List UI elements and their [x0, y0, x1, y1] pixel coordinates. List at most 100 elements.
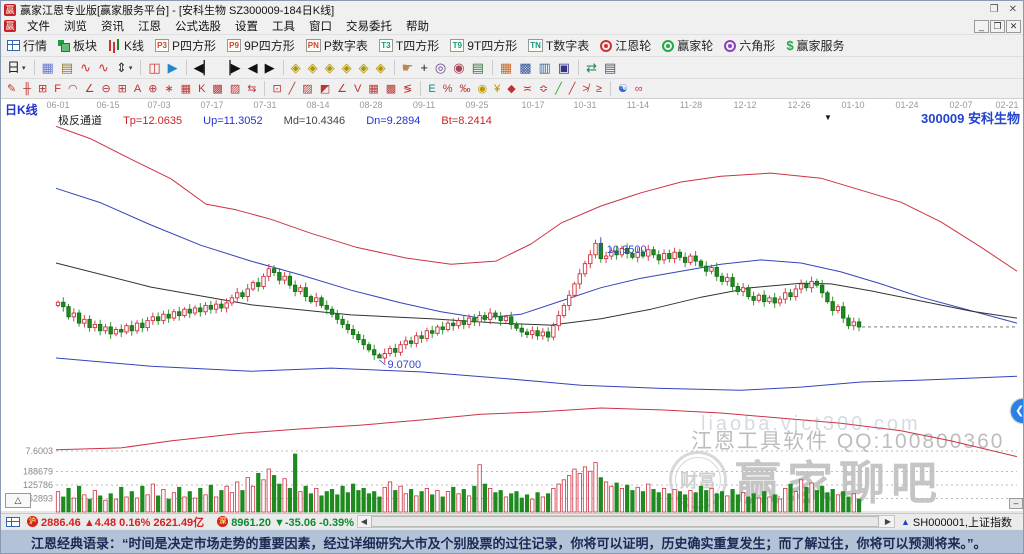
tool-gold-circle-icon[interactable]: ◉ [477, 80, 487, 98]
t-number-table-button[interactable]: TN T数字表 [528, 37, 589, 54]
winner-wheel-button[interactable]: 赢家轮 [662, 37, 713, 54]
draw-gann-grid-icon[interactable]: ⊞ [38, 80, 47, 98]
p-number-table-button[interactable]: PN P数字表 [305, 37, 368, 54]
gann-diamond-2-icon[interactable]: ◈ [308, 59, 318, 77]
calculator-icon[interactable]: ▩ [519, 59, 531, 77]
kline-button[interactable]: K线 [108, 37, 144, 54]
draw-compress-icon[interactable]: ⇆ [247, 80, 256, 98]
line-chart-icon[interactable]: ∿ [80, 59, 91, 77]
menu-窗口[interactable]: 窗口 [302, 18, 339, 34]
t-square-button[interactable]: T3 T四方形 [378, 37, 439, 54]
close-button[interactable]: ✕ [1009, 4, 1017, 15]
gann-diamond-5-icon[interactable]: ◈ [359, 59, 369, 77]
draw-rays-icon[interactable]: ╱ [289, 80, 296, 98]
tool-gold-icon[interactable]: ¥ [494, 80, 500, 98]
draw-grid-n2-icon[interactable]: ⊞ [118, 80, 127, 98]
tool-trend-icon[interactable]: ≯ [582, 80, 588, 98]
magnifier-icon[interactable]: ◉ [453, 59, 464, 77]
pan-hand-icon[interactable]: ☛ [402, 59, 414, 77]
draw-angle-pen-icon[interactable]: ∠ [85, 80, 95, 98]
horizontal-scrollbar[interactable]: ◀ ▶ [357, 515, 895, 528]
gann-diamond-1-icon[interactable]: ◈ [291, 59, 301, 77]
kline-chart[interactable]: 7.6003 188679 125786 62893 10.9500 9.0700 [1, 99, 1024, 513]
sectors-button[interactable]: 板块 [58, 37, 97, 54]
draw-gann-box-icon[interactable]: ⊡ [272, 80, 281, 98]
mdi-restore-button[interactable]: ❐ [990, 19, 1005, 33]
period-daily-dropdown-arrow[interactable]: ▾ [22, 64, 26, 72]
menu-资讯[interactable]: 资讯 [94, 18, 131, 34]
menu-江恩[interactable]: 江恩 [131, 18, 168, 34]
tool-diamond-icon[interactable]: ◆ [507, 80, 515, 98]
tool-ee-icon[interactable]: E [428, 80, 435, 98]
chart-info-icon[interactable]: ▤ [61, 59, 73, 77]
jump-first-icon[interactable]: ◀▏ [194, 59, 214, 77]
collapse-button[interactable]: – [1009, 498, 1023, 509]
scroll-right-icon[interactable]: ▶ [882, 516, 894, 527]
menu-交易委托[interactable]: 交易委托 [339, 18, 399, 34]
draw-grid-wide-icon[interactable]: ▨ [230, 80, 240, 98]
tool-permille-icon[interactable]: ‰ [459, 80, 470, 98]
draw-ellipse-icon[interactable]: ⊖ [101, 80, 110, 98]
draw-a-tool-icon[interactable]: A [134, 80, 141, 98]
tool-ray-red-icon[interactable]: ╱ [569, 80, 576, 98]
pane-toggle-button[interactable]: △ [5, 493, 31, 508]
restore-button[interactable]: ❐ [990, 4, 999, 15]
draw-star-icon[interactable]: ∗ [164, 80, 173, 98]
gann-diamond-6-icon[interactable]: ◈ [376, 59, 386, 77]
axis-scale-icon[interactable]: ⇕ [116, 59, 127, 77]
draw-f-tool-icon[interactable]: F [54, 80, 61, 98]
t9-square-button[interactable]: T9 9T四方形 [450, 37, 517, 54]
tool-level-icon[interactable]: ≍ [523, 80, 532, 98]
menu-工具[interactable]: 工具 [265, 18, 302, 34]
draw-sheet2-icon[interactable]: ▩ [386, 80, 396, 98]
printer-icon[interactable]: ▤ [604, 59, 616, 77]
period-daily-dropdown[interactable]: 日 [7, 59, 20, 77]
scroll-left-icon[interactable]: ◀ [358, 516, 370, 527]
scrollbar-thumb[interactable] [371, 516, 879, 527]
draw-fan-icon[interactable]: ▨ [302, 80, 312, 98]
p9-square-button[interactable]: P9 9P四方形 [227, 37, 295, 54]
quote-grid-icon[interactable] [6, 516, 20, 527]
draw-grid-dense-icon[interactable]: ▩ [212, 80, 222, 98]
step-back-icon[interactable]: ◀ [248, 59, 258, 77]
step-forward-icon[interactable]: ▶ [265, 59, 275, 77]
menu-浏览[interactable]: 浏览 [57, 18, 94, 34]
draw-box-icon[interactable]: ▦ [181, 80, 191, 98]
kline-style-icon[interactable]: ◫ [148, 59, 160, 77]
tool-percent-icon[interactable]: % [443, 80, 453, 98]
jump-last-icon[interactable]: ▕▶ [221, 59, 241, 77]
tool-full-icon[interactable]: ≎ [539, 80, 548, 98]
draw-arc-icon[interactable]: ◠ [68, 80, 78, 98]
tool-ray-green-icon[interactable]: ╱ [555, 80, 562, 98]
calendar-icon[interactable]: ▦ [500, 59, 512, 77]
mdi-minimize-button[interactable]: _ [974, 19, 989, 33]
menu-文件[interactable]: 文件 [20, 18, 57, 34]
axis-scale-icon-arrow[interactable]: ▾ [129, 64, 133, 72]
draw-k-mark-icon[interactable]: K [198, 80, 205, 98]
draw-grid-h-icon[interactable]: ╫ [23, 80, 31, 98]
p-square-button[interactable]: P3 P四方形 [155, 37, 216, 54]
draw-circle-cross-icon[interactable]: ⊕ [148, 80, 157, 98]
gann-diamond-3-icon[interactable]: ◈ [325, 59, 335, 77]
menu-设置[interactable]: 设置 [228, 18, 265, 34]
line-chart2-icon[interactable]: ∿ [98, 59, 109, 77]
index-selector-cell[interactable]: ▲ SH000001,上证指数 [901, 514, 1023, 529]
hexagon-button[interactable]: 六角形 [724, 37, 775, 54]
chart-image-icon[interactable]: ▦ [42, 59, 54, 77]
winner-service-button[interactable]: $ 赢家服务 [786, 37, 844, 54]
draw-v-icon[interactable]: V [354, 80, 361, 98]
menu-帮助[interactable]: 帮助 [399, 18, 436, 34]
draw-pen-icon[interactable]: ✎ [7, 80, 16, 98]
draw-waves-icon[interactable]: ≶ [403, 80, 412, 98]
report-form-icon[interactable]: ▥ [538, 59, 550, 77]
net-sync-icon[interactable]: ⇄ [586, 59, 597, 77]
mdi-close-button[interactable]: ✕ [1006, 19, 1021, 33]
gann-wheel-button[interactable]: 江恩轮 [600, 37, 651, 54]
annotate-icon[interactable]: ▤ [472, 59, 484, 77]
chart-area[interactable]: 日K线 06-01 06-15 07-03 07-17 07-31 08-14 08-28 0… [1, 99, 1024, 513]
tool-trend2-icon[interactable]: ≥ [596, 80, 602, 98]
save-disk-icon[interactable]: ▣ [558, 59, 570, 77]
quotes-button[interactable]: 行情 [7, 37, 47, 54]
gann-diamond-4-icon[interactable]: ◈ [342, 59, 352, 77]
play-forward-icon[interactable]: ▶ [168, 59, 178, 77]
